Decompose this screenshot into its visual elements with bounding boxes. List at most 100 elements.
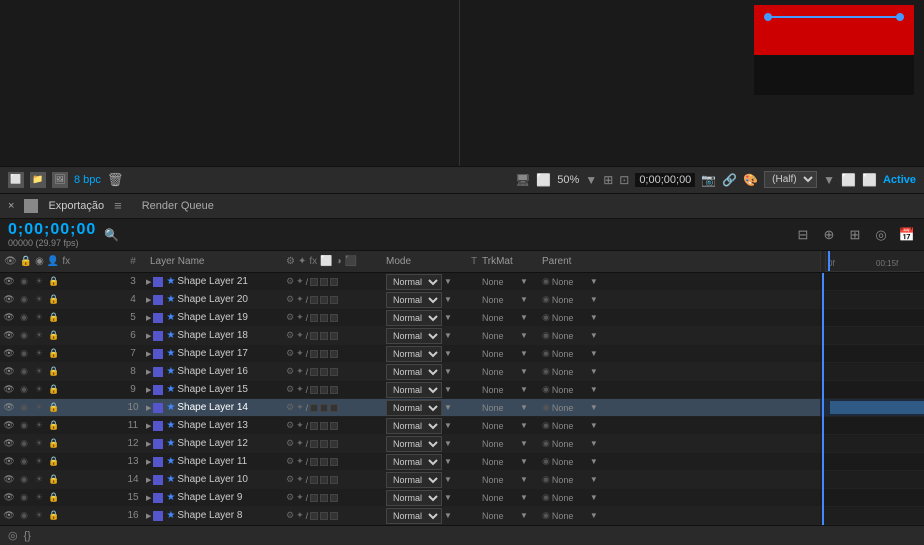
parent-link-icon[interactable]: ◉ xyxy=(542,438,550,449)
layer-fx-icon1[interactable]: ⚙ xyxy=(286,366,294,377)
parent-link-icon[interactable]: ◉ xyxy=(542,366,550,377)
timeline-row[interactable] xyxy=(820,489,924,507)
layer-audio-icon[interactable]: ◉ xyxy=(17,419,31,433)
layer-fx-icon2[interactable]: ✦ xyxy=(296,294,304,305)
aspect-icon[interactable]: ⊡ xyxy=(619,173,629,187)
layer-fx-box2[interactable] xyxy=(320,494,328,502)
layer-fx-box3[interactable] xyxy=(330,440,338,448)
layer-fx-box2[interactable] xyxy=(320,332,328,340)
layer-fx-icon2[interactable]: ✦ xyxy=(296,438,304,449)
layer-fx-box3[interactable] xyxy=(330,476,338,484)
trkmat-dropdown-arrow[interactable]: ▼ xyxy=(520,385,528,394)
layer-fx-icon2[interactable]: ✦ xyxy=(296,384,304,395)
layer-visibility-icon[interactable]: 👁 xyxy=(2,329,16,343)
layer-lock-icon[interactable]: 🔒 xyxy=(47,383,61,397)
parent-link-icon[interactable]: ◉ xyxy=(542,276,550,287)
expand-arrow-icon[interactable]: ▶ xyxy=(146,476,151,484)
quality-dropdown-arrow[interactable]: ▼ xyxy=(823,173,835,187)
layer-fx-box1[interactable] xyxy=(310,368,318,376)
expand-arrow-icon[interactable]: ▶ xyxy=(146,278,151,286)
status-icon-2[interactable]: {} xyxy=(24,530,31,542)
layer-mode-dropdown[interactable]: Normal xyxy=(386,274,442,290)
layer-fx-box3[interactable] xyxy=(330,458,338,466)
bpc-label[interactable]: 8 bpc xyxy=(74,174,101,186)
layer-row[interactable]: 👁 ◉ ☀ 🔒 9▶★Shape Layer 15 ⚙ ✦ / Normal ▼… xyxy=(0,381,820,399)
expand-arrow-icon[interactable]: ▶ xyxy=(146,314,151,322)
layer-solo-icon[interactable]: ☀ xyxy=(32,491,46,505)
trkmat-dropdown-arrow[interactable]: ▼ xyxy=(520,421,528,430)
layer-fx-icon1[interactable]: ⚙ xyxy=(286,402,294,413)
layer-fx-icon1[interactable]: ⚙ xyxy=(286,294,294,305)
layer-solo-icon[interactable]: ☀ xyxy=(32,293,46,307)
layer-fx-box3[interactable] xyxy=(330,368,338,376)
trkmat-dropdown-arrow[interactable]: ▼ xyxy=(520,367,528,376)
zoom-percent[interactable]: 50% xyxy=(557,174,579,186)
layer-row[interactable]: 👁 ◉ ☀ 🔒 10▶★Shape Layer 14 ⚙ ✦ / Normal … xyxy=(0,399,820,417)
layer-solo-icon[interactable]: ☀ xyxy=(32,329,46,343)
layer-fx-box1[interactable] xyxy=(310,458,318,466)
layer-solo-icon[interactable]: ☀ xyxy=(32,347,46,361)
layer-fx-box1[interactable] xyxy=(310,404,318,412)
layer-mode-dropdown[interactable]: Normal xyxy=(386,292,442,308)
quality-dropdown[interactable]: (Half) xyxy=(764,171,817,188)
view-icon-1[interactable]: ⬜ xyxy=(841,173,856,187)
layer-fx-icon1[interactable]: ⚙ xyxy=(286,438,294,449)
layer-solo-icon[interactable]: ☀ xyxy=(32,473,46,487)
trkmat-dropdown-arrow[interactable]: ▼ xyxy=(520,295,528,304)
layer-fx-box1[interactable] xyxy=(310,350,318,358)
layer-mode-dropdown[interactable]: Normal xyxy=(386,382,442,398)
layer-lock-icon[interactable]: 🔒 xyxy=(47,329,61,343)
timeline-row[interactable] xyxy=(820,291,924,309)
layer-fx-box1[interactable] xyxy=(310,296,318,304)
layer-audio-icon[interactable]: ◉ xyxy=(17,473,31,487)
expand-arrow-icon[interactable]: ▶ xyxy=(146,422,151,430)
layer-audio-icon[interactable]: ◉ xyxy=(17,347,31,361)
layer-fx-box1[interactable] xyxy=(310,278,318,286)
trkmat-dropdown-arrow[interactable]: ▼ xyxy=(520,277,528,286)
layer-visibility-icon[interactable]: 👁 xyxy=(2,509,16,523)
layer-lock-icon[interactable]: 🔒 xyxy=(47,473,61,487)
layer-audio-icon[interactable]: ◉ xyxy=(17,293,31,307)
layer-audio-icon[interactable]: ◉ xyxy=(17,329,31,343)
parent-dropdown-arrow[interactable]: ▼ xyxy=(590,295,598,304)
hdr-lock-icon[interactable]: 🔒 xyxy=(20,256,32,267)
layer-mode-dropdown[interactable]: Normal xyxy=(386,364,442,380)
timeline-row[interactable] xyxy=(820,471,924,489)
layer-mode-dropdown[interactable]: Normal xyxy=(386,310,442,326)
expand-arrow-icon[interactable]: ▶ xyxy=(146,332,151,340)
layer-solo-icon[interactable]: ☀ xyxy=(32,311,46,325)
layer-fx-box2[interactable] xyxy=(320,476,328,484)
layer-visibility-icon[interactable]: 👁 xyxy=(2,311,16,325)
layer-fx-box2[interactable] xyxy=(320,458,328,466)
expand-arrow-icon[interactable]: ▶ xyxy=(146,440,151,448)
parent-dropdown-arrow[interactable]: ▼ xyxy=(590,385,598,394)
layer-fx-box1[interactable] xyxy=(310,422,318,430)
layer-fx-box3[interactable] xyxy=(330,386,338,394)
layer-mode-dropdown[interactable]: Normal xyxy=(386,418,442,434)
tl-button-2[interactable]: ⊕ xyxy=(820,226,838,244)
layer-row[interactable]: 👁 ◉ ☀ 🔒 13▶★Shape Layer 11 ⚙ ✦ / Normal … xyxy=(0,453,820,471)
hdr-effect-icon[interactable]: fx xyxy=(62,256,70,267)
timeline-row[interactable] xyxy=(820,453,924,471)
timeline-row[interactable] xyxy=(820,363,924,381)
parent-link-icon[interactable]: ◉ xyxy=(542,348,550,359)
layer-audio-icon[interactable]: ◉ xyxy=(17,437,31,451)
layer-fx-icon2[interactable]: ✦ xyxy=(296,492,304,503)
layer-lock-icon[interactable]: 🔒 xyxy=(47,509,61,523)
layer-fx-icon1[interactable]: ⚙ xyxy=(286,420,294,431)
layer-row[interactable]: 👁 ◉ ☀ 🔒 11▶★Shape Layer 13 ⚙ ✦ / Normal … xyxy=(0,417,820,435)
layer-row[interactable]: 👁 ◉ ☀ 🔒 14▶★Shape Layer 10 ⚙ ✦ / Normal … xyxy=(0,471,820,489)
tl-button-1[interactable]: ⊟ xyxy=(794,226,812,244)
layer-solo-icon[interactable]: ☀ xyxy=(32,383,46,397)
layer-audio-icon[interactable]: ◉ xyxy=(17,455,31,469)
parent-dropdown-arrow[interactable]: ▼ xyxy=(590,403,598,412)
layer-fx-box2[interactable] xyxy=(320,440,328,448)
layer-audio-icon[interactable]: ◉ xyxy=(17,311,31,325)
toolbar-icon-1[interactable]: ⬜ xyxy=(8,172,24,188)
layer-visibility-icon[interactable]: 👁 xyxy=(2,365,16,379)
trkmat-dropdown-arrow[interactable]: ▼ xyxy=(520,331,528,340)
search-icon[interactable]: 🔍 xyxy=(104,228,119,242)
layer-fx-icon2[interactable]: ✦ xyxy=(296,366,304,377)
layer-row[interactable]: 👁 ◉ ☀ 🔒 5▶★Shape Layer 19 ⚙ ✦ / Normal ▼… xyxy=(0,309,820,327)
layer-fx-box1[interactable] xyxy=(310,314,318,322)
